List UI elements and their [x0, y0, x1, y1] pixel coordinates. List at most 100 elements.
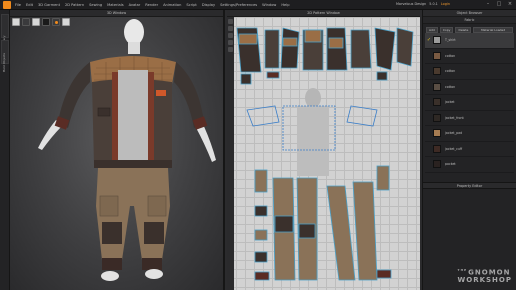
pattern-pocket-2[interactable] [376, 71, 388, 81]
3d-viewport[interactable]: 3D Window [10, 10, 225, 290]
fabric-swatch[interactable] [433, 113, 441, 122]
jacket-left-pocket [97, 107, 111, 117]
pattern-cuff-piece-left[interactable] [254, 271, 270, 281]
pattern-pants-back-right[interactable] [352, 181, 378, 281]
fabric-tab[interactable]: Fabric [423, 17, 516, 24]
avatar-neck [128, 42, 140, 54]
menu-help[interactable]: Help [281, 3, 289, 7]
pattern-yoke-front-right[interactable] [328, 37, 344, 49]
tab-hold-objects[interactable]: Hold Objects [1, 40, 9, 72]
pattern-sleeve-left[interactable] [280, 27, 300, 69]
pattern-small-piece-1[interactable] [254, 205, 268, 217]
pattern-small-piece-2[interactable] [254, 229, 268, 241]
avatar-head [124, 19, 144, 45]
pattern-cuff-small[interactable] [266, 71, 280, 79]
fabric-swatch[interactable] [433, 67, 441, 76]
avatar-garment-render[interactable] [10, 10, 225, 290]
fabric-list-item[interactable]: jacket_front [425, 111, 514, 126]
menu-avatar[interactable]: Avatar [129, 3, 141, 7]
jacket-pattern-row [236, 27, 414, 85]
left-knee-pad [102, 222, 122, 244]
menu-script[interactable]: Script [186, 3, 196, 7]
fabric-swatch[interactable] [433, 160, 441, 169]
pattern-knee-left[interactable] [274, 215, 294, 233]
app-logo-icon[interactable] [3, 0, 11, 9]
fabric-name: jacket_cuff [445, 146, 463, 151]
pattern-pieces[interactable] [227, 10, 420, 290]
right-pant-cuff [142, 258, 162, 270]
object-browser-title: Object Browser [423, 10, 516, 17]
pattern-small-piece-3[interactable] [254, 251, 268, 263]
pattern-pocket-left[interactable] [254, 169, 268, 193]
gnomon-workshop-watermark: THEGNOMON WORKSHOP [458, 268, 512, 284]
jacket-chest-patch [156, 90, 166, 96]
fabric-list-item[interactable]: jacket_cuff [425, 142, 514, 157]
menu-file[interactable]: File [15, 3, 21, 7]
pattern-tshirt-sleeve-left[interactable] [246, 105, 280, 127]
fabric-list-item[interactable]: pocket [425, 157, 514, 173]
2d-pattern-viewport[interactable]: 2D Pattern Window [227, 10, 420, 290]
pattern-sleeve-quilt-left[interactable] [282, 37, 298, 47]
pattern-pants-front-right[interactable] [326, 185, 356, 281]
fabric-swatch[interactable] [433, 36, 441, 45]
avatar-right-foot [145, 269, 163, 279]
fabric-swatch[interactable] [433, 129, 441, 138]
tab-library[interactable]: Library [1, 14, 9, 46]
pattern-cuff-right[interactable] [396, 27, 414, 67]
menu-bar: File Edit 3D Garment 2D Pattern Sewing M… [0, 0, 516, 10]
fabric-list-item[interactable]: cotton [425, 49, 514, 64]
fabric-list-item[interactable]: ✓ T_shirt [425, 33, 514, 49]
menu-display[interactable]: Display [202, 3, 215, 7]
pattern-cuff-piece-right[interactable] [376, 269, 392, 279]
menu-sewing[interactable]: Sewing [89, 3, 102, 7]
pattern-jacket-front-right[interactable] [326, 27, 348, 71]
fabric-name: T_shirt [445, 38, 456, 43]
left-dock-strip: Library Hold Objects [0, 10, 10, 290]
close-icon[interactable]: × [506, 1, 514, 8]
left-cargo-pocket [99, 195, 119, 217]
fabric-swatch[interactable] [433, 51, 441, 60]
fabric-name: jacket_pad [445, 131, 463, 136]
fabric-list-item[interactable]: jacket [425, 95, 514, 111]
left-pant-cuff [102, 258, 122, 270]
avatar-left-foot [101, 271, 119, 281]
tshirt-front [118, 70, 148, 166]
version-info: Marvelous Design 5.0.1 Login [396, 2, 450, 6]
pattern-yoke-front-left[interactable] [238, 33, 258, 45]
menu-animation[interactable]: Animation [163, 3, 181, 7]
pattern-sleeve-right[interactable] [350, 29, 372, 69]
pattern-pocket-1[interactable] [240, 73, 252, 85]
pattern-tshirt-sleeve-right[interactable] [346, 105, 378, 127]
menu-render[interactable]: Render [145, 3, 158, 7]
pattern-jacket-side[interactable] [264, 29, 280, 69]
menu-2d-pattern[interactable]: 2D Pattern [65, 3, 84, 7]
menu-window[interactable]: Window [262, 3, 276, 7]
fabric-list-item[interactable]: cotton [425, 64, 514, 80]
pattern-pocket-right[interactable] [376, 165, 390, 191]
fabric-swatch[interactable] [433, 82, 441, 91]
watermark-line1: GNOMON [468, 268, 511, 276]
fabric-name: jacket [445, 100, 455, 105]
pattern-yoke-back[interactable] [304, 29, 322, 43]
jacket-right-trim [148, 72, 154, 168]
pattern-collar-right[interactable] [374, 27, 396, 71]
fabric-name: cotton [445, 53, 456, 58]
pattern-knee-back-left[interactable] [298, 223, 316, 239]
menu-settings[interactable]: Settings/Preferences [220, 3, 257, 7]
menu-edit[interactable]: Edit [26, 3, 33, 7]
fabric-swatch[interactable] [433, 144, 441, 153]
fabric-list-item[interactable]: jacket_pad [425, 126, 514, 142]
watermark-line2: WORKSHOP [457, 276, 512, 284]
fabric-swatch[interactable] [433, 98, 441, 107]
menu-materials[interactable]: Materials [107, 3, 123, 7]
right-cargo-pocket [147, 195, 167, 217]
login-link[interactable]: Login [441, 2, 450, 6]
jacket-left-trim [112, 72, 118, 168]
tab-hold-objects-label: Hold Objects [2, 52, 6, 72]
fabric-list-item[interactable]: cotton [425, 80, 514, 95]
fabric-name: pocket [445, 162, 456, 167]
object-browser-panel: Object Browser Fabric Add Copy Delete Ma… [422, 10, 516, 290]
menu-3d-garment[interactable]: 3D Garment [38, 3, 60, 7]
minimize-icon[interactable]: – [484, 1, 492, 8]
maximize-icon[interactable]: □ [495, 1, 503, 8]
